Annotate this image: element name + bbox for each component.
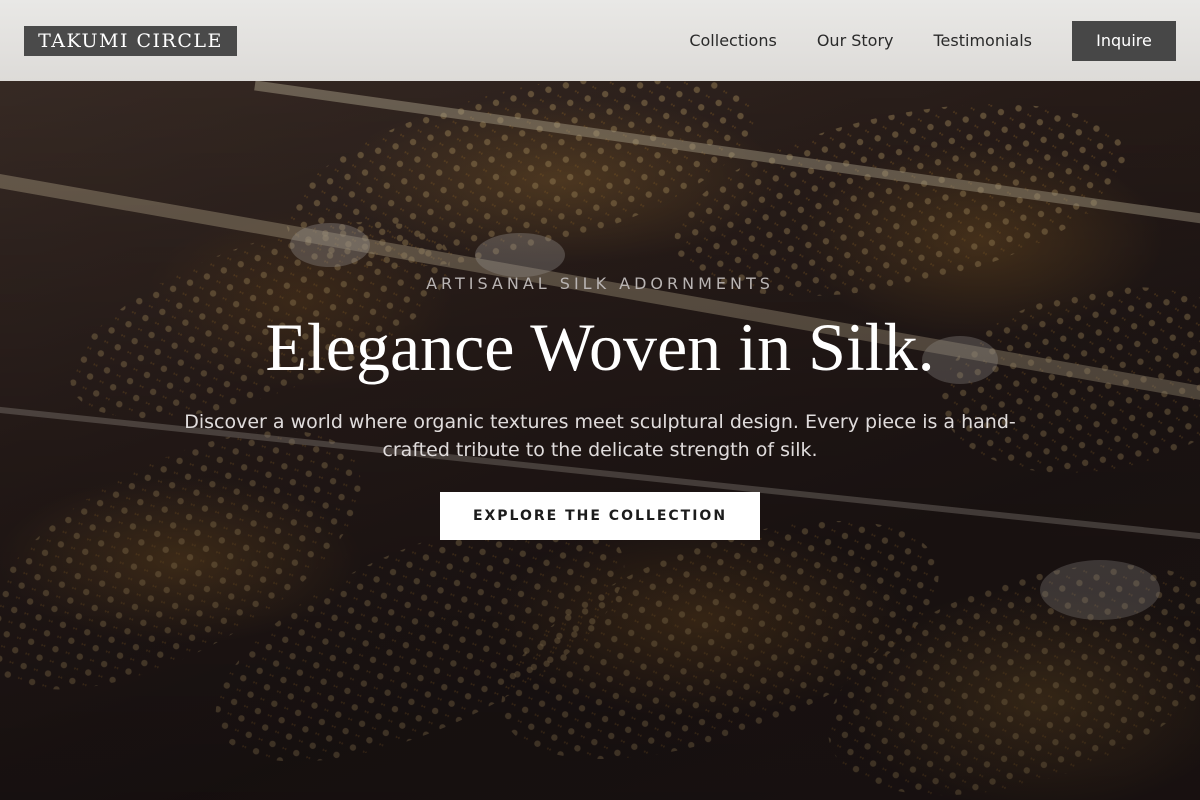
hero-headline: Elegance Woven in Silk. [265, 309, 935, 385]
hero-subtext: Discover a world where organic textures … [184, 411, 1016, 461]
explore-collection-button[interactable]: EXPLORE THE COLLECTION [440, 492, 760, 540]
hero-section: ARTISANAL SILK ADORNMENTS Elegance Woven… [0, 0, 1200, 800]
hero-eyebrow: ARTISANAL SILK ADORNMENTS [426, 274, 774, 293]
